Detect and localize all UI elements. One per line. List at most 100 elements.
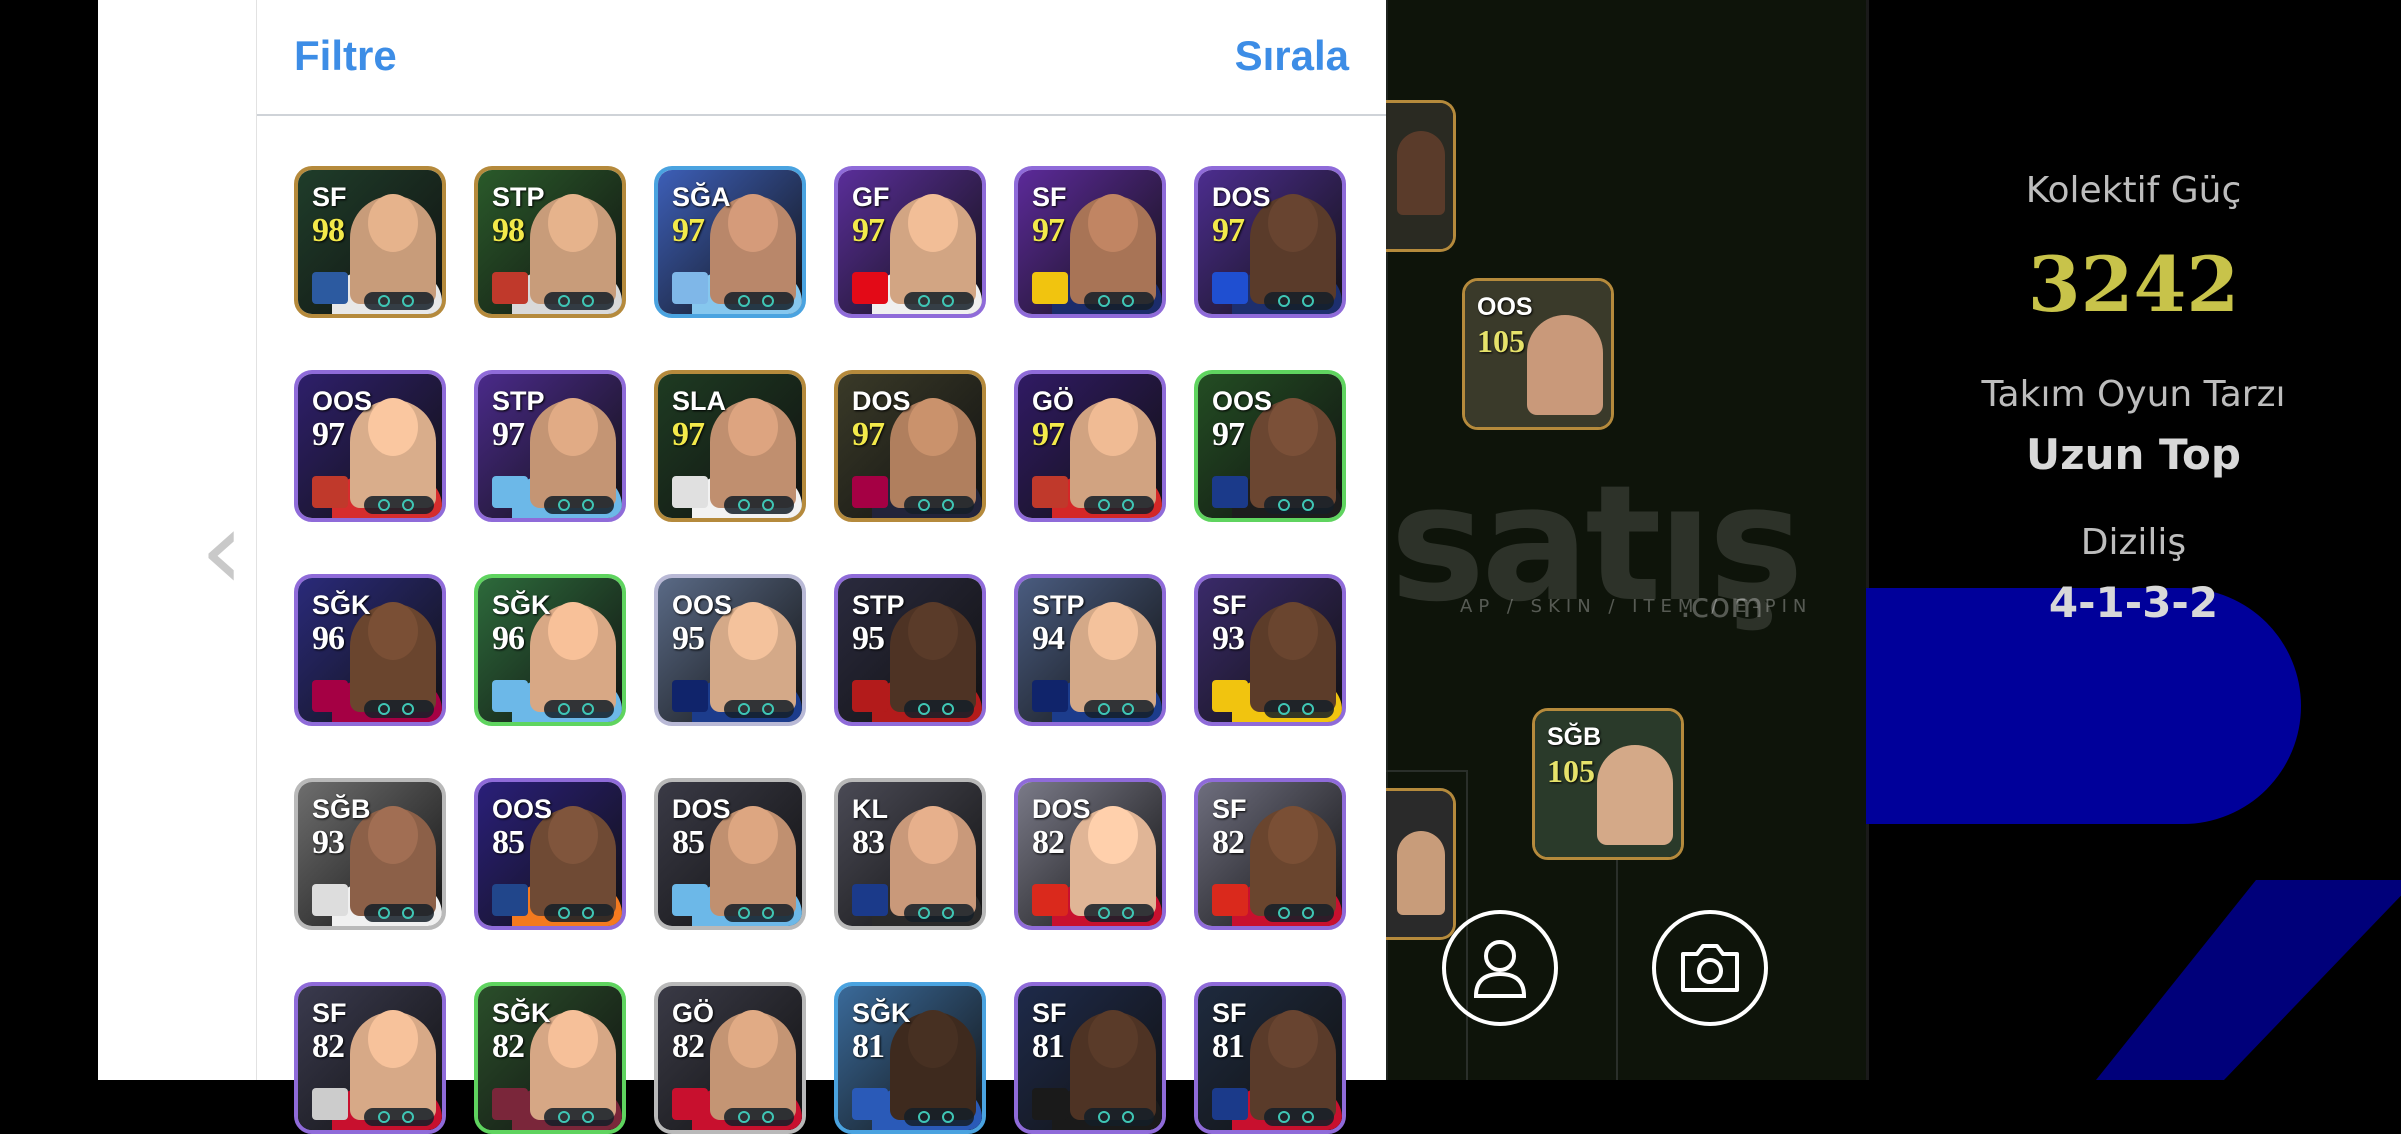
player-rating: 96 (492, 620, 525, 657)
skill-indicator-icon (1264, 1108, 1334, 1126)
player-portrait (1250, 1012, 1336, 1120)
skill-indicator-icon (1084, 496, 1154, 514)
chevron-left-icon[interactable]: ‹ (200, 495, 244, 605)
team-player-card[interactable]: SĞB 105 (1532, 708, 1684, 860)
player-position: SĞA (672, 182, 731, 212)
player-rating: 81 (1032, 1028, 1065, 1065)
player-position: SLA (672, 386, 726, 416)
player-card[interactable]: SF 82 (1194, 778, 1346, 930)
skill-indicator-icon (364, 292, 434, 310)
player-card[interactable]: STP 94 (1014, 574, 1166, 726)
club-badge-icon (1032, 476, 1068, 508)
player-card[interactable]: GÖ 97 (1014, 370, 1166, 522)
player-position: SĞK (492, 590, 551, 620)
player-card[interactable]: OOS 97 (1194, 370, 1346, 522)
player-card[interactable]: SĞB 93 (294, 778, 446, 930)
player-position: SF (312, 182, 347, 212)
club-badge-icon (492, 884, 528, 916)
player-card[interactable]: DOS 97 (834, 370, 986, 522)
club-badge-icon (492, 680, 528, 712)
player-card[interactable]: SF 98 (294, 166, 446, 318)
player-card[interactable]: DOS 97 (1194, 166, 1346, 318)
pitch-line (1616, 840, 1618, 1080)
team-player-card-partial[interactable] (1386, 788, 1456, 940)
player-rating: 96 (312, 620, 345, 657)
player-position: STP (852, 590, 905, 620)
player-position: SĞK (312, 590, 371, 620)
club-badge-icon (672, 272, 708, 304)
player-position: KL (852, 794, 888, 824)
player-card[interactable]: SĞA 97 (654, 166, 806, 318)
player-position: DOS (852, 386, 911, 416)
filter-button[interactable]: Filtre (294, 32, 397, 80)
player-card[interactable]: OOS 97 (294, 370, 446, 522)
player-card[interactable]: DOS 85 (654, 778, 806, 930)
player-rating: 97 (492, 416, 525, 453)
panel-header: Filtre Sırala (257, 0, 1387, 116)
player-position: GÖ (1032, 386, 1075, 416)
skill-indicator-icon (1264, 904, 1334, 922)
left-margin (0, 0, 98, 1080)
player-profile-button[interactable] (1442, 910, 1558, 1026)
player-card[interactable]: SLA 97 (654, 370, 806, 522)
skill-indicator-icon (904, 496, 974, 514)
player-card[interactable]: SF 81 (1194, 982, 1346, 1134)
skill-indicator-icon (724, 904, 794, 922)
club-badge-icon (672, 884, 708, 916)
player-card[interactable]: STP 97 (474, 370, 626, 522)
player-portrait (1597, 745, 1673, 845)
player-portrait (1527, 315, 1603, 415)
player-portrait (1070, 400, 1156, 508)
player-card[interactable]: KL 83 (834, 778, 986, 930)
player-card[interactable]: STP 98 (474, 166, 626, 318)
club-badge-icon (852, 884, 888, 916)
player-card[interactable]: SĞK 96 (474, 574, 626, 726)
sort-button[interactable]: Sırala (1235, 32, 1349, 80)
player-rating: 81 (1212, 1028, 1245, 1065)
player-rating: 93 (1212, 620, 1245, 657)
player-rating: 81 (852, 1028, 885, 1065)
camera-button[interactable] (1652, 910, 1768, 1026)
player-card[interactable]: SF 97 (1014, 166, 1166, 318)
player-position: DOS (1212, 182, 1271, 212)
skill-indicator-icon (1084, 904, 1154, 922)
skill-indicator-icon (544, 904, 614, 922)
player-card[interactable]: SF 82 (294, 982, 446, 1134)
player-rating: 98 (492, 212, 525, 249)
club-badge-icon (312, 884, 348, 916)
player-rating: 105 (1547, 753, 1595, 789)
club-badge-icon (852, 272, 888, 304)
player-card[interactable]: STP 95 (834, 574, 986, 726)
player-card[interactable]: SĞK 96 (294, 574, 446, 726)
player-position: OOS (672, 590, 733, 620)
player-rating: 82 (672, 1028, 705, 1065)
player-rating: 85 (492, 824, 525, 861)
player-card[interactable]: OOS 95 (654, 574, 806, 726)
team-player-card-partial[interactable] (1386, 100, 1456, 252)
club-badge-icon (672, 476, 708, 508)
player-rating: 97 (672, 212, 705, 249)
skill-indicator-icon (1264, 700, 1334, 718)
player-card[interactable]: SF 81 (1014, 982, 1166, 1134)
skill-indicator-icon (364, 1108, 434, 1126)
skill-indicator-icon (1264, 496, 1334, 514)
player-card[interactable]: OOS 85 (474, 778, 626, 930)
player-card[interactable]: DOS 82 (1014, 778, 1166, 930)
player-card[interactable]: GF 97 (834, 166, 986, 318)
club-badge-icon (1032, 884, 1068, 916)
skill-indicator-icon (364, 904, 434, 922)
player-card[interactable]: SĞK 82 (474, 982, 626, 1134)
player-card[interactable]: GÖ 82 (654, 982, 806, 1134)
player-card[interactable]: SF 93 (1194, 574, 1346, 726)
person-icon (1473, 940, 1527, 998)
player-position: SF (1032, 998, 1067, 1028)
skill-indicator-icon (1084, 1108, 1154, 1126)
club-badge-icon (672, 1088, 708, 1120)
player-position: SF (1212, 590, 1247, 620)
player-position: DOS (672, 794, 731, 824)
skill-indicator-icon (1264, 292, 1334, 310)
player-rating: 97 (312, 416, 345, 453)
club-badge-icon (672, 680, 708, 712)
player-card[interactable]: SĞK 81 (834, 982, 986, 1134)
team-player-card[interactable]: OOS 105 (1462, 278, 1614, 430)
